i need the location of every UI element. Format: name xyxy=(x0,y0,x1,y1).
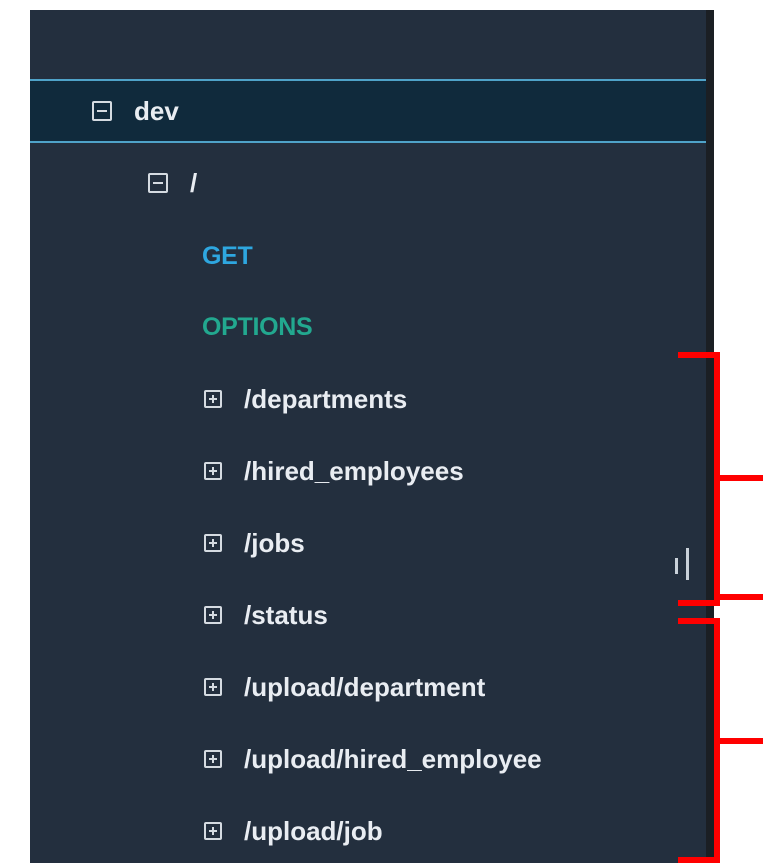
expand-icon[interactable] xyxy=(204,750,222,768)
tree-node-label: /hired_employees xyxy=(244,455,464,486)
tree-node-label: dev xyxy=(134,95,179,126)
expand-icon[interactable] xyxy=(204,390,222,408)
tree-node-resource[interactable]: /status xyxy=(204,582,328,648)
annotation-tick xyxy=(720,475,763,481)
stages-tree-panel: dev / GET OPTIONS /departments /hired_em… xyxy=(30,10,713,863)
method-options[interactable]: OPTIONS xyxy=(202,294,313,360)
tree-node-label: /status xyxy=(244,599,328,630)
annotation-bracket xyxy=(678,352,720,606)
method-label: OPTIONS xyxy=(202,312,313,341)
tree-node-label: /upload/hired_employee xyxy=(244,743,542,774)
annotation-tick xyxy=(720,594,763,600)
tree-node-resource[interactable]: /departments xyxy=(204,366,407,432)
tree-node-resource[interactable]: /hired_employees xyxy=(204,438,464,504)
annotation-tick xyxy=(720,738,763,744)
tree-node-label: /jobs xyxy=(244,527,305,558)
expand-icon[interactable] xyxy=(204,678,222,696)
tree-node-label: /upload/job xyxy=(244,815,383,846)
annotation-bracket xyxy=(678,618,720,863)
method-get[interactable]: GET xyxy=(202,223,253,289)
method-label: GET xyxy=(202,241,253,270)
collapse-icon[interactable] xyxy=(92,101,112,121)
expand-icon[interactable] xyxy=(204,462,222,480)
tree-node-root[interactable]: / xyxy=(148,150,197,216)
expand-icon[interactable] xyxy=(204,534,222,552)
tree-node-resource[interactable]: /upload/job xyxy=(204,798,383,863)
tree-node-resource[interactable]: /upload/hired_employee xyxy=(204,726,542,792)
collapse-icon[interactable] xyxy=(148,173,168,193)
tree-node-resource[interactable]: /jobs xyxy=(204,510,305,576)
tree-node-label: / xyxy=(190,167,198,198)
tree-node-stage[interactable]: dev xyxy=(30,79,713,143)
expand-icon[interactable] xyxy=(204,822,222,840)
tree-node-resource[interactable]: /upload/department xyxy=(204,654,485,720)
tree-node-label: /upload/department xyxy=(244,671,486,702)
expand-icon[interactable] xyxy=(204,606,222,624)
tree-node-label: /departments xyxy=(244,383,408,414)
